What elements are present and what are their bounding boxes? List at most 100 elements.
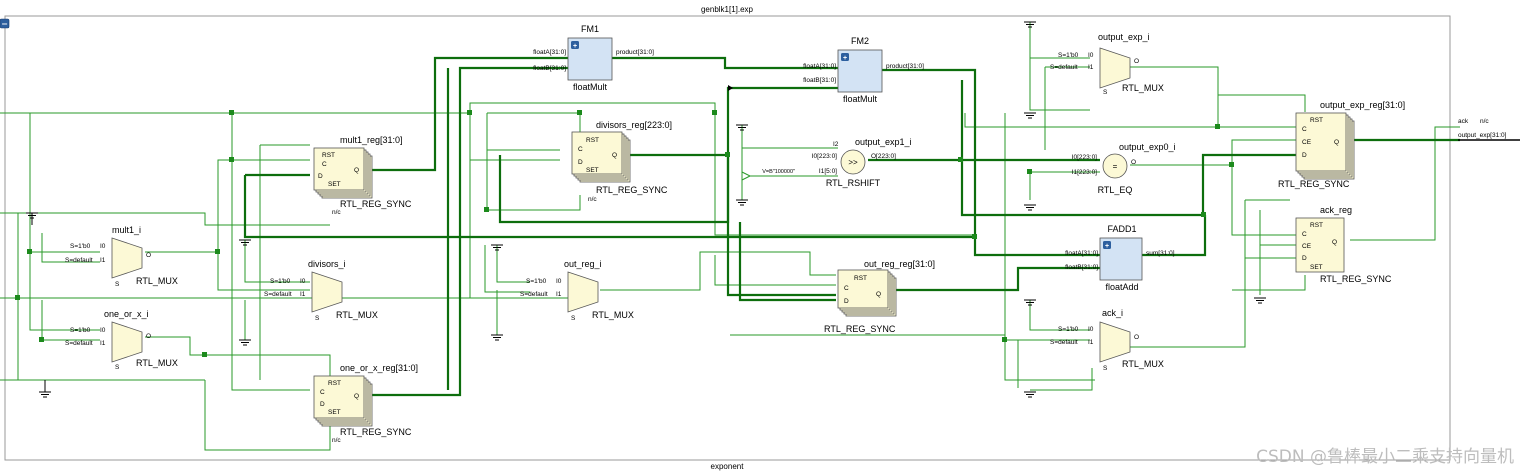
mux-in0-label: I0 xyxy=(300,278,306,285)
pin-set: SET xyxy=(1310,264,1323,271)
mux-divisors-i[interactable]: divisors_i S=1'b0 I0 S=default I1 S RTL_… xyxy=(264,259,378,322)
bus-arrow-marker xyxy=(728,85,733,91)
mux-in0-label: I0 xyxy=(556,278,562,285)
mux-in0-label: I0 xyxy=(100,243,106,250)
ip-port-b: floatB[31:0] xyxy=(533,65,566,72)
pin-set: SET xyxy=(586,167,599,174)
mux-select-label: S xyxy=(115,281,120,288)
ip-port-out: product[31:0] xyxy=(886,63,924,70)
op-type-label: RTL_EQ xyxy=(1098,185,1133,195)
mux-one-or-x-i[interactable]: one_or_x_i S=1'b0 I0 S=default I1 S O RT… xyxy=(65,309,178,371)
register-output-exp-reg[interactable]: output_exp_reg[31:0] RST C CE D Q RTL_RE… xyxy=(1278,100,1405,189)
register-type-label: RTL_REG_SYNC xyxy=(596,185,668,195)
pin-c: C xyxy=(578,146,583,153)
rshift-symbol: >> xyxy=(848,158,858,167)
pin-q: Q xyxy=(354,167,359,174)
pin-c: C xyxy=(844,285,849,292)
mux-sel1-label: S=default xyxy=(1050,64,1078,71)
ip-port-out: product[31:0] xyxy=(616,49,654,56)
pin-q: Q xyxy=(1334,139,1339,146)
mux-sel0-label: S=1'b0 xyxy=(1058,326,1079,333)
register-instance-name: output_exp_reg[31:0] xyxy=(1320,100,1405,110)
pin-rst: RST xyxy=(1310,117,1323,124)
op-eq[interactable]: = output_exp0_i I0[223:0] I1[223:0] O RT… xyxy=(1072,142,1176,195)
ip-instance-name: FM1 xyxy=(581,24,599,34)
ip-port-a: floatA[31:0] xyxy=(533,49,566,56)
mux-select-label: S xyxy=(315,315,320,322)
collapse-button[interactable]: − xyxy=(0,18,10,29)
port-ack-label: ack xyxy=(1458,118,1469,125)
mux-instance-name: divisors_i xyxy=(308,259,346,269)
schematic-canvas: genblk1[1].exp exponent − mult1_i S=1'b0… xyxy=(0,5,1520,471)
mux-type-label: RTL_MUX xyxy=(136,358,178,368)
pin-d: D xyxy=(320,401,325,408)
op-port-out: O xyxy=(1131,159,1136,166)
mux-mult1-i[interactable]: mult1_i S=1'b0 I0 S=default I1 S O RTL_M… xyxy=(65,225,178,288)
pin-rst: RST xyxy=(586,137,599,144)
mux-type-label: RTL_MUX xyxy=(1122,359,1164,369)
register-mult1-reg[interactable]: mult1_reg[31:0] RST C D SET Q n/c RTL_RE… xyxy=(313,135,412,216)
ip-port-b: floatB[31:0] xyxy=(1065,264,1098,271)
pin-set: SET xyxy=(328,409,341,416)
pin-q: Q xyxy=(612,152,617,159)
mux-sel1-label: S=default xyxy=(520,291,548,298)
expand-icon-glyph: + xyxy=(573,43,577,50)
op-port-i0: I0[223:0] xyxy=(812,153,837,160)
ground-symbols xyxy=(25,21,1267,398)
mux-type-label: RTL_MUX xyxy=(336,310,378,320)
mux-sel0-label: S=1'b0 xyxy=(1058,52,1079,59)
ip-module-name: floatMult xyxy=(573,82,608,92)
pin-d: D xyxy=(1302,152,1307,159)
pin-c: C xyxy=(320,389,325,396)
mux-sel0-label: S=1'b0 xyxy=(526,278,547,285)
mux-type-label: RTL_MUX xyxy=(1122,83,1164,93)
pin-rst: RST xyxy=(1310,222,1323,229)
mux-instance-name: output_exp_i xyxy=(1098,32,1150,42)
mux-select-label: S xyxy=(1103,89,1108,96)
op-port-i1: I1[223:0] xyxy=(1072,169,1097,176)
mux-ack-i[interactable]: ack_i S=1'b0 I0 S=default I1 S O RTL_MUX xyxy=(1050,308,1164,372)
mux-instance-name: out_reg_i xyxy=(564,259,602,269)
pin-q: Q xyxy=(1332,239,1337,246)
register-type-label: RTL_REG_SYNC xyxy=(1320,274,1392,284)
mux-in0-label: I0 xyxy=(1088,52,1094,59)
pin-rst: RST xyxy=(322,152,335,159)
register-instance-name: mult1_reg[31:0] xyxy=(340,135,403,145)
mux-output-label: O xyxy=(146,333,151,340)
mux-instance-name: mult1_i xyxy=(112,225,141,235)
pin-c: C xyxy=(322,161,327,168)
mux-sel0-label: S=1'b0 xyxy=(70,327,91,334)
pin-q: Q xyxy=(354,393,359,400)
pin-d: D xyxy=(318,173,323,180)
bus-wires xyxy=(243,56,1460,397)
output-port-output-exp[interactable]: output_exp[31:0] xyxy=(1458,132,1520,141)
op-port-i1: I1[5:0] xyxy=(819,168,837,175)
register-divisors-reg[interactable]: divisors_reg[223:0] RST C D SET Q n/c RT… xyxy=(571,120,672,203)
register-ack-reg[interactable]: ack_reg RST C CE D SET Q RTL_REG_SYNC xyxy=(1295,205,1392,284)
register-instance-name: one_or_x_reg[31:0] xyxy=(340,363,418,373)
register-instance-name: divisors_reg[223:0] xyxy=(596,120,672,130)
ip-block-fadd1[interactable]: + FADD1 floatA[31:0] floatB[31:0] sum[31… xyxy=(1065,224,1175,292)
hierarchy-title: genblk1[1].exp xyxy=(701,5,754,14)
mux-select-label: S xyxy=(115,364,120,371)
pin-c: C xyxy=(1302,231,1307,238)
output-port-ack[interactable]: ack n/c xyxy=(1458,118,1489,125)
collapse-icon: − xyxy=(1,20,8,29)
mux-in1-label: I1 xyxy=(1088,339,1094,346)
mux-sel1-label: S=default xyxy=(1050,339,1078,346)
mux-output-exp-i[interactable]: output_exp_i S=1'b0 I0 S=default I1 S O … xyxy=(1050,32,1164,96)
op-const-value: V=B"100000" xyxy=(762,169,795,175)
mux-in1-label: I1 xyxy=(100,257,106,264)
op-rshift[interactable]: >> output_exp1_i I2 I0[223:0] I1[5:0] V=… xyxy=(762,137,911,188)
op-port-out: O[223:0] xyxy=(871,153,896,160)
mux-output-label: O xyxy=(1134,334,1139,341)
register-instance-name: out_reg_reg[31:0] xyxy=(864,259,935,269)
mux-in1-label: I1 xyxy=(100,340,106,347)
register-nc-label: n/c xyxy=(588,196,597,203)
op-instance-name: output_exp0_i xyxy=(1119,142,1176,152)
pin-rst: RST xyxy=(854,275,867,282)
op-instance-name: output_exp1_i xyxy=(855,137,912,147)
mux-type-label: RTL_MUX xyxy=(136,276,178,286)
register-out-reg-reg[interactable]: out_reg_reg[31:0] RST C D Q RTL_REG_SYNC xyxy=(824,259,935,334)
ip-module-name: floatMult xyxy=(843,94,878,104)
